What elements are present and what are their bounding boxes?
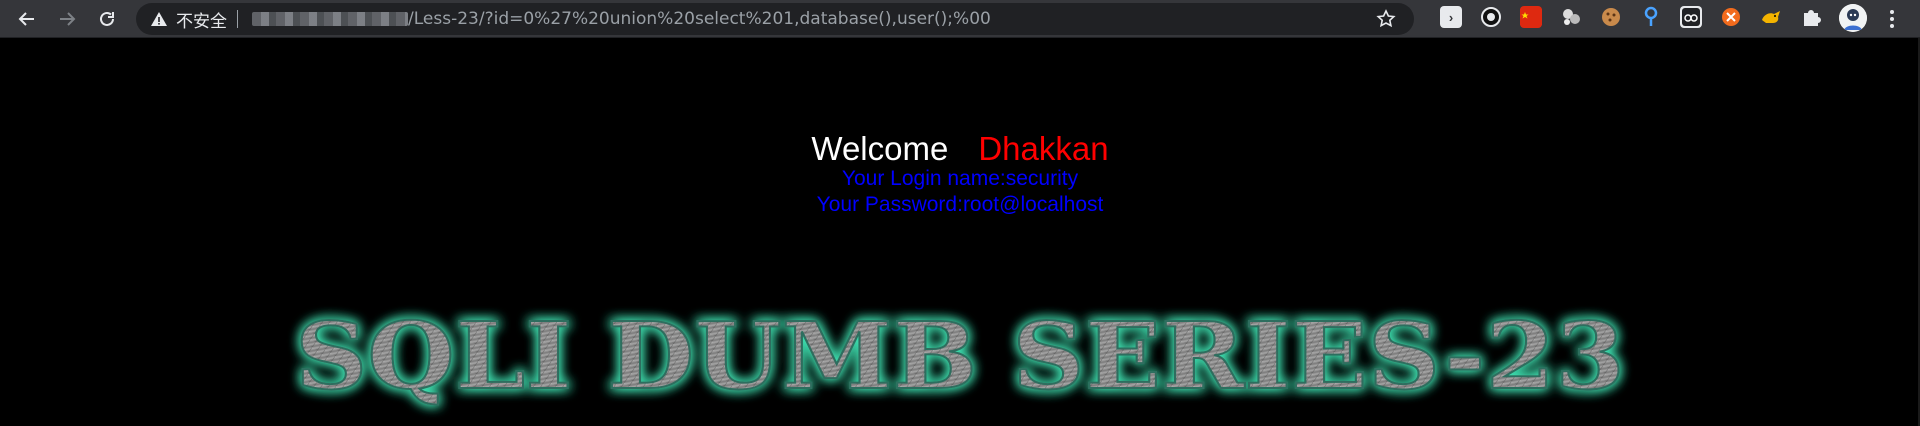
browser-toolbar: 不安全 /Less-23/?id=0%27%20union%20select%2…	[0, 0, 1920, 38]
welcome-text: Welcome	[811, 130, 949, 167]
bubbles-ext-icon[interactable]	[1560, 6, 1582, 28]
terminal-ext-icon[interactable]: ›	[1440, 6, 1462, 28]
login-name-text: Your Login name:security	[841, 167, 1079, 190]
tiger-ext-icon[interactable]	[1760, 6, 1782, 28]
glasses-ext-icon[interactable]	[1680, 6, 1702, 28]
puzzle-icon[interactable]	[1800, 6, 1822, 28]
profile-avatar[interactable]	[1839, 4, 1867, 32]
reload-icon	[100, 11, 114, 26]
address-bar[interactable]: 不安全 /Less-23/?id=0%27%20union%20select%2…	[136, 3, 1414, 35]
series-title-banner: SQLI DUMB SERIES-23	[294, 301, 1626, 411]
back-arrow-icon	[18, 12, 34, 26]
cookie-ext-icon[interactable]	[1600, 6, 1622, 28]
password-text: Your Password:root@localhost	[816, 193, 1104, 216]
menu-dots-icon[interactable]	[1880, 6, 1904, 32]
user-name: Dhakkan	[978, 130, 1109, 167]
back-button[interactable]	[12, 4, 42, 34]
welcome-line: Welcome Dhakkan	[0, 130, 1920, 168]
security-label[interactable]: 不安全	[176, 7, 227, 32]
forward-arrow-icon	[60, 12, 76, 26]
circle-ext-icon[interactable]	[1480, 6, 1502, 28]
blurred-host	[252, 12, 408, 26]
forward-button[interactable]	[52, 4, 82, 34]
pin-ext-icon[interactable]	[1640, 6, 1662, 28]
url-text[interactable]: /Less-23/?id=0%27%20union%20select%201,d…	[408, 9, 991, 29]
omnibox-divider	[237, 10, 238, 28]
warning-icon[interactable]	[150, 10, 168, 28]
bookmark-star-icon[interactable]	[1376, 9, 1396, 29]
banner-text: SQLI DUMB SERIES-23	[295, 302, 1625, 410]
china-flag-ext-icon[interactable]	[1520, 6, 1542, 28]
orange-ext-icon[interactable]	[1720, 6, 1742, 28]
reload-button[interactable]	[92, 4, 122, 34]
